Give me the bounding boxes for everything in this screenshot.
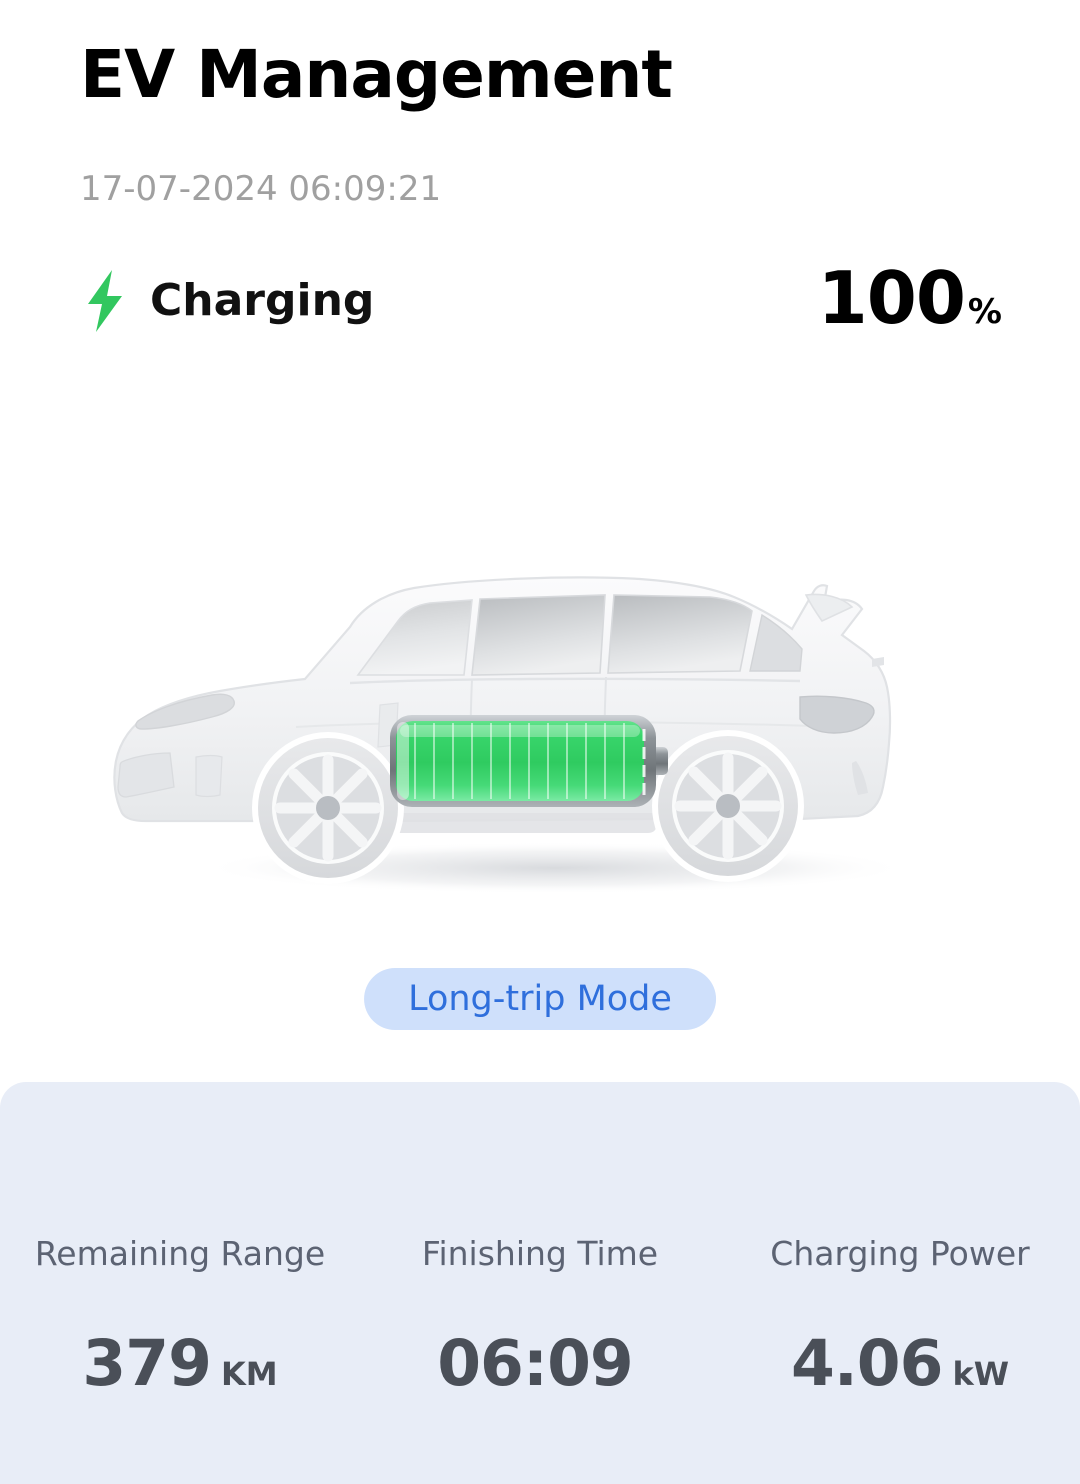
stat-label-charging-power: Charging Power <box>770 1234 1030 1273</box>
stat-remaining-range: Remaining Range 379 KM <box>0 1082 360 1484</box>
vehicle-front-fog-slot <box>195 754 223 798</box>
battery-icon <box>390 715 668 807</box>
stats-panel: Remaining Range 379 KM Finishing Time 06… <box>0 1082 1080 1484</box>
charging-status-row: Charging 100 % <box>0 262 1080 352</box>
electric-suv-icon <box>100 555 980 915</box>
stat-unit-remaining-range: KM <box>220 1355 278 1393</box>
stat-label-remaining-range: Remaining Range <box>34 1234 326 1273</box>
stat-value-finishing-time: 06:09 <box>437 1327 634 1400</box>
stats-grid: Remaining Range 379 KM Finishing Time 06… <box>0 1082 1080 1484</box>
stat-label-finishing-time: Finishing Time <box>421 1234 659 1273</box>
stat-charging-power: Charging Power 4.06 kW <box>720 1082 1080 1484</box>
long-trip-mode-label: Long-trip Mode <box>408 978 672 1019</box>
battery-percent-value: 100 <box>817 256 966 340</box>
stat-value-row-remaining-range: 379 KM <box>82 1332 277 1395</box>
charging-status-label: Charging <box>150 275 375 326</box>
stat-value-charging-power: 4.06 <box>790 1327 943 1400</box>
long-trip-mode-button[interactable]: Long-trip Mode <box>364 968 716 1030</box>
battery-gloss <box>400 725 640 737</box>
timestamp: 17-07-2024 06:09:21 <box>80 169 442 209</box>
battery-percent-unit: % <box>967 292 1002 332</box>
stat-value-row-finishing-time: 06:09 <box>437 1332 643 1395</box>
vehicle-rear-door-glass <box>607 594 753 674</box>
vehicle-front-wheel <box>252 732 404 884</box>
lightning-bolt-icon <box>88 270 122 332</box>
stat-unit-charging-power: kW <box>952 1355 1010 1393</box>
stat-finishing-time: Finishing Time 06:09 <box>360 1082 720 1484</box>
stat-value-row-charging-power: 4.06 kW <box>791 1332 1009 1395</box>
page-title: EV Management <box>80 36 673 113</box>
battery-left-highlight <box>397 722 409 800</box>
vehicle-rear-wheel <box>652 730 804 882</box>
stat-value-remaining-range: 379 <box>82 1327 212 1400</box>
battery-percent: 100 % <box>818 262 1002 334</box>
vehicle-front-door-glass <box>471 594 606 676</box>
